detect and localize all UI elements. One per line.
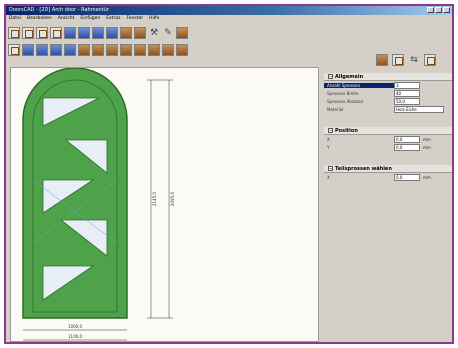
panel-icon[interactable] <box>134 43 146 56</box>
panel-icon[interactable] <box>120 43 132 56</box>
menu-item[interactable]: Fenster <box>126 15 143 23</box>
collapse-icon[interactable]: − <box>328 166 333 171</box>
paint-icon[interactable] <box>176 26 188 39</box>
section-title: Allgemein <box>335 74 364 80</box>
door-drawing: 2145,0 2095,0 1000,0 1100,0 <box>22 67 175 341</box>
panel-icon[interactable] <box>22 43 34 56</box>
collapse-icon[interactable]: − <box>328 128 333 133</box>
prop-row[interactable]: Sprossen Abstand 50,0 <box>324 97 452 105</box>
panel-icon[interactable] <box>92 43 104 56</box>
menu-item[interactable]: Hilfe <box>149 15 159 23</box>
drawing-canvas[interactable]: 2145,0 2095,0 1000,0 1100,0 <box>10 67 319 342</box>
section-general: − Allgemein Anzahl Sprossen 3 Sprossen Br… <box>324 73 452 113</box>
menu-bar: Datei Bearbeiten Ansicht Einfügen Extras… <box>6 15 452 23</box>
door-view-icon[interactable] <box>22 26 34 39</box>
app-window: DoorsCAD - [2D] Arch door - Rahmentür Da… <box>4 4 454 344</box>
dim-width-outer: 1100,0 <box>68 334 82 339</box>
blue-door-icon[interactable] <box>92 26 104 39</box>
maximize-button[interactable] <box>435 7 442 13</box>
panel-icon[interactable] <box>78 43 90 56</box>
dim-height-outer: 2145,0 <box>152 192 157 206</box>
menu-item[interactable]: Bearbeiten <box>27 15 52 23</box>
main-toolbar: ⚒ ✎ <box>8 25 188 40</box>
menu-item[interactable]: Einfügen <box>80 15 100 23</box>
book-icon[interactable] <box>376 54 388 66</box>
door-view-icon[interactable] <box>50 26 62 39</box>
door-view-icon[interactable] <box>36 26 48 39</box>
prop-input[interactable]: 50,0 <box>394 97 420 105</box>
prop-row[interactable]: X 0,0 mm <box>324 135 452 143</box>
tools-icon[interactable]: ✎ <box>162 27 174 39</box>
window-title: DoorsCAD - [2D] Arch door - Rahmentür <box>9 7 109 13</box>
properties-panel: − Allgemein Anzahl Sprossen 3 Sprossen Br… <box>324 67 452 342</box>
minimize-button[interactable] <box>427 7 434 13</box>
section-position: − Position X 0,0 mm Y 0,0 mm <box>324 127 452 151</box>
panel-icon[interactable] <box>162 43 174 56</box>
dim-width-inner: 1000,0 <box>68 324 82 329</box>
section-title: Position <box>335 128 358 134</box>
blue-door-icon[interactable] <box>106 26 118 39</box>
panel-icon[interactable] <box>36 43 48 56</box>
panel-icon[interactable] <box>148 43 160 56</box>
prop-input[interactable]: 0,0 <box>394 135 420 143</box>
prop-row[interactable]: X 0,0 mm <box>324 173 452 181</box>
menu-item[interactable]: Extras <box>106 15 120 23</box>
panel-icon[interactable] <box>176 43 188 56</box>
section-offset: − Teilsprossen wählen X 0,0 mm <box>324 165 452 181</box>
panel-icon[interactable] <box>50 43 62 56</box>
collapse-icon[interactable]: − <box>328 74 333 79</box>
blue-door-icon[interactable] <box>64 26 76 39</box>
prop-row[interactable]: Anzahl Sprossen 3 <box>324 81 452 89</box>
prop-input[interactable]: 0,0 <box>394 143 420 151</box>
prop-input[interactable]: 0,0 <box>394 173 420 181</box>
panel-icon[interactable] <box>106 43 118 56</box>
brown-door-icon[interactable] <box>120 26 132 39</box>
brown-door-icon[interactable] <box>134 26 146 39</box>
hammer-icon[interactable]: ⚒ <box>148 27 160 39</box>
menu-item[interactable]: Datei <box>9 15 21 23</box>
blue-door-icon[interactable] <box>78 26 90 39</box>
panel-toolbar <box>8 42 188 57</box>
close-button[interactable] <box>443 7 450 13</box>
prop-input[interactable]: 40 <box>394 89 420 97</box>
window-icon[interactable] <box>424 54 436 66</box>
prop-row[interactable]: Sprossen Breite 40 <box>324 89 452 97</box>
prop-row[interactable]: Material Holz Eiche <box>324 105 452 113</box>
title-bar: DoorsCAD - [2D] Arch door - Rahmentür <box>6 6 452 15</box>
frame-icon[interactable] <box>8 43 20 56</box>
section-title: Teilsprossen wählen <box>335 166 392 172</box>
dim-height-inner: 2095,0 <box>170 192 175 206</box>
prop-row[interactable]: Y 0,0 mm <box>324 143 452 151</box>
panel-icon[interactable] <box>64 43 76 56</box>
material-select[interactable]: Holz Eiche <box>394 105 444 113</box>
print-icon[interactable] <box>392 54 404 66</box>
door-view-icon[interactable] <box>8 26 20 39</box>
menu-item[interactable]: Ansicht <box>58 15 75 23</box>
prop-input[interactable]: 3 <box>394 81 420 89</box>
arrow-icon[interactable]: ⇆ <box>408 54 420 66</box>
